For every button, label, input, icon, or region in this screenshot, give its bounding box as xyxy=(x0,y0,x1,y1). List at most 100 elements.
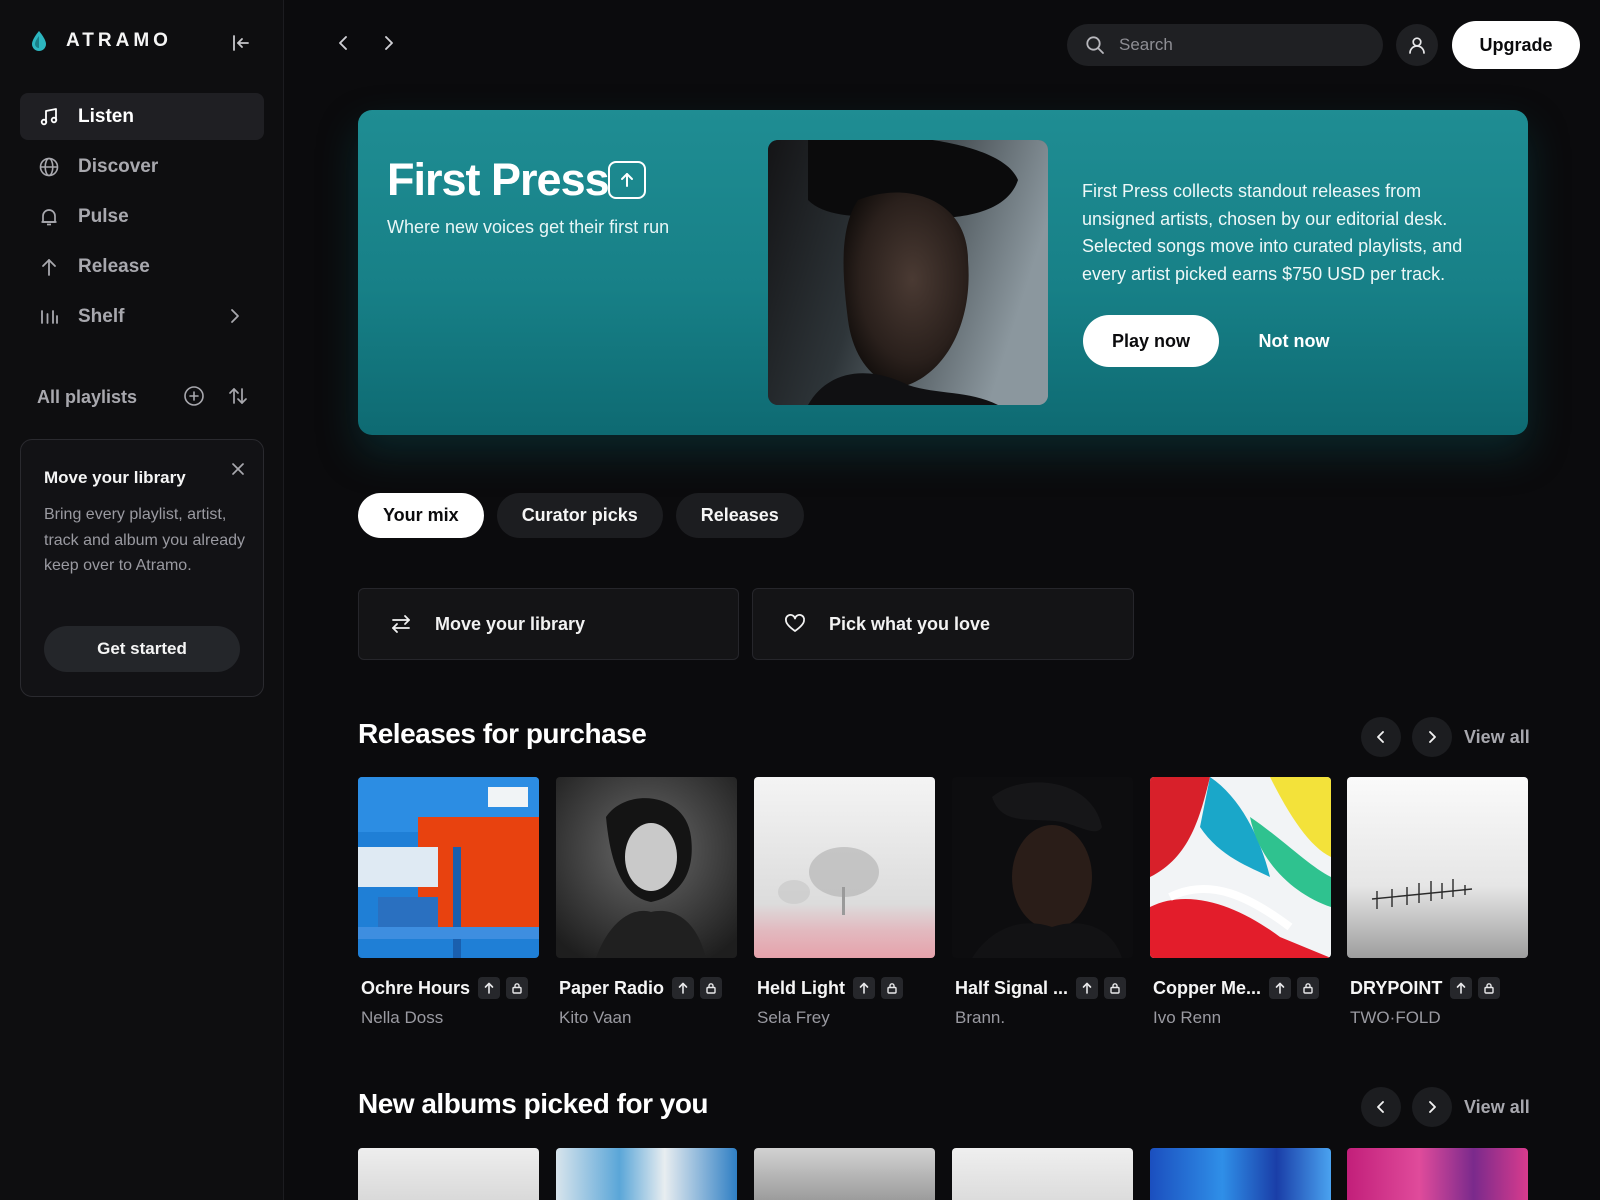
album-artist[interactable]: TWO·FOLD xyxy=(1347,1008,1528,1028)
plus-circle-icon xyxy=(184,386,204,406)
chevron-left-icon xyxy=(339,36,347,50)
album-cover[interactable] xyxy=(556,1148,737,1200)
album-title[interactable]: Copper Me... xyxy=(1153,978,1261,999)
profile-button[interactable] xyxy=(1396,24,1438,66)
hero-description: First Press collects standout releases f… xyxy=(1082,181,1463,284)
lock-badge xyxy=(1478,977,1501,999)
album-cover[interactable] xyxy=(1150,777,1331,958)
lock-icon xyxy=(512,983,522,994)
album-meta: Paper Radio xyxy=(556,976,737,1000)
releases-next-button[interactable] xyxy=(1412,717,1452,757)
album-cover[interactable] xyxy=(1347,777,1528,958)
album-cover[interactable] xyxy=(358,777,539,958)
hero-link-button[interactable] xyxy=(608,161,646,199)
album-cover[interactable] xyxy=(358,1148,539,1200)
album-card[interactable]: Ochre Hours Nella Doss xyxy=(358,777,539,1028)
album-meta: DRYPOINT xyxy=(1347,976,1528,1000)
search-bar xyxy=(1067,24,1383,66)
hero-subtitle: Where new voices get their first run xyxy=(387,217,670,237)
feed-tabs: Your mix Curator picks Releases xyxy=(358,493,817,538)
section-title-new-albums: New albums picked for you xyxy=(358,1088,709,1119)
lock-badge xyxy=(700,977,723,999)
brand-name: ATRAMO xyxy=(66,30,172,51)
album-card[interactable]: Held Light Sela Frey xyxy=(754,777,935,1028)
search-icon xyxy=(1086,36,1104,54)
album-cover[interactable] xyxy=(1150,1148,1331,1200)
sidebar-item-pulse[interactable]: Pulse xyxy=(20,193,264,240)
chevron-right-icon xyxy=(231,309,239,323)
album-artist[interactable]: Nella Doss xyxy=(358,1008,539,1028)
sidebar-item-listen[interactable]: Listen xyxy=(20,93,264,140)
album-card[interactable]: Copper Me... Ivo Renn xyxy=(1150,777,1331,1028)
album-card[interactable]: DRYPOINT TWO·FOLD xyxy=(1347,777,1528,1028)
album-title[interactable]: DRYPOINT xyxy=(1350,978,1442,999)
arrow-up-icon xyxy=(484,982,494,994)
brand[interactable]: ATRAMO xyxy=(30,30,172,52)
sidebar-item-discover[interactable]: Discover xyxy=(20,143,264,190)
lock-badge xyxy=(1297,977,1320,999)
move-library-card[interactable]: Move your library xyxy=(358,588,739,660)
sidebar-item-release[interactable]: Release xyxy=(20,243,264,290)
sort-playlists-button[interactable] xyxy=(227,385,249,412)
sort-arrows-icon xyxy=(229,388,247,404)
upload-badge xyxy=(1269,977,1292,999)
new-albums-next-button[interactable] xyxy=(1412,1087,1452,1127)
arrow-up-icon xyxy=(621,173,633,187)
album-cover[interactable] xyxy=(952,1148,1133,1200)
album-cover[interactable] xyxy=(754,777,935,958)
album-card[interactable]: Half Signal ... Brann. xyxy=(952,777,1133,1028)
play-now-button[interactable]: Play now xyxy=(1083,315,1219,367)
lock-icon xyxy=(1110,983,1120,994)
lock-icon xyxy=(887,983,897,994)
chevron-right-icon xyxy=(1429,1101,1436,1113)
lock-badge xyxy=(1104,977,1127,999)
tab-your-mix[interactable]: Your mix xyxy=(358,493,484,538)
bell-icon xyxy=(38,206,60,228)
upgrade-button[interactable]: Upgrade xyxy=(1452,21,1580,69)
album-cover[interactable] xyxy=(952,777,1133,958)
releases-view-all-link[interactable]: View all xyxy=(1464,727,1530,748)
action-label: Pick what you love xyxy=(829,613,991,634)
new-albums-prev-button[interactable] xyxy=(1361,1087,1401,1127)
album-cover[interactable] xyxy=(556,777,737,958)
tab-releases[interactable]: Releases xyxy=(675,493,804,538)
get-started-button[interactable]: Get started xyxy=(44,626,240,672)
pick-what-you-love-card[interactable]: Pick what you love xyxy=(752,588,1134,660)
chevron-left-icon xyxy=(1377,1101,1384,1113)
back-button[interactable] xyxy=(330,30,356,56)
album-artist[interactable]: Brann. xyxy=(952,1008,1133,1028)
upload-badge xyxy=(672,977,695,999)
library-bars-icon xyxy=(38,306,60,328)
forward-button[interactable] xyxy=(376,30,402,56)
sidebar-item-shelf[interactable]: Shelf xyxy=(20,293,264,340)
chevron-right-icon xyxy=(385,36,393,50)
close-promo-button[interactable] xyxy=(231,462,245,481)
album-artist[interactable]: Kito Vaan xyxy=(556,1008,737,1028)
upload-badge xyxy=(1450,977,1473,999)
playlists-label: All playlists xyxy=(37,386,138,407)
search-input[interactable] xyxy=(1119,35,1359,55)
album-artist[interactable]: Ivo Renn xyxy=(1150,1008,1331,1028)
add-playlist-button[interactable] xyxy=(183,385,205,412)
album-title[interactable]: Ochre Hours xyxy=(361,978,470,999)
lock-icon xyxy=(706,983,716,994)
user-icon xyxy=(1409,37,1425,54)
chevron-right-icon xyxy=(1429,731,1436,743)
lock-icon xyxy=(1484,983,1495,994)
new-albums-view-all-link[interactable]: View all xyxy=(1464,1097,1530,1118)
tab-curator-picks[interactable]: Curator picks xyxy=(496,493,663,538)
not-now-button[interactable]: Not now xyxy=(1238,315,1350,367)
album-card[interactable]: Paper Radio Kito Vaan xyxy=(556,777,737,1028)
album-cover[interactable] xyxy=(1347,1148,1528,1200)
album-cover[interactable] xyxy=(754,1148,935,1200)
upload-badge xyxy=(853,977,875,999)
album-title[interactable]: Held Light xyxy=(757,978,845,999)
releases-prev-button[interactable] xyxy=(1361,717,1401,757)
album-title[interactable]: Half Signal ... xyxy=(955,978,1068,999)
action-label: Move your library xyxy=(435,613,586,634)
first-press-hero: First Press Where new voices get their f… xyxy=(358,110,1528,435)
collapse-left-icon xyxy=(233,35,249,51)
collapse-sidebar-button[interactable] xyxy=(228,30,254,56)
album-artist[interactable]: Sela Frey xyxy=(754,1008,935,1028)
album-title[interactable]: Paper Radio xyxy=(559,978,664,999)
